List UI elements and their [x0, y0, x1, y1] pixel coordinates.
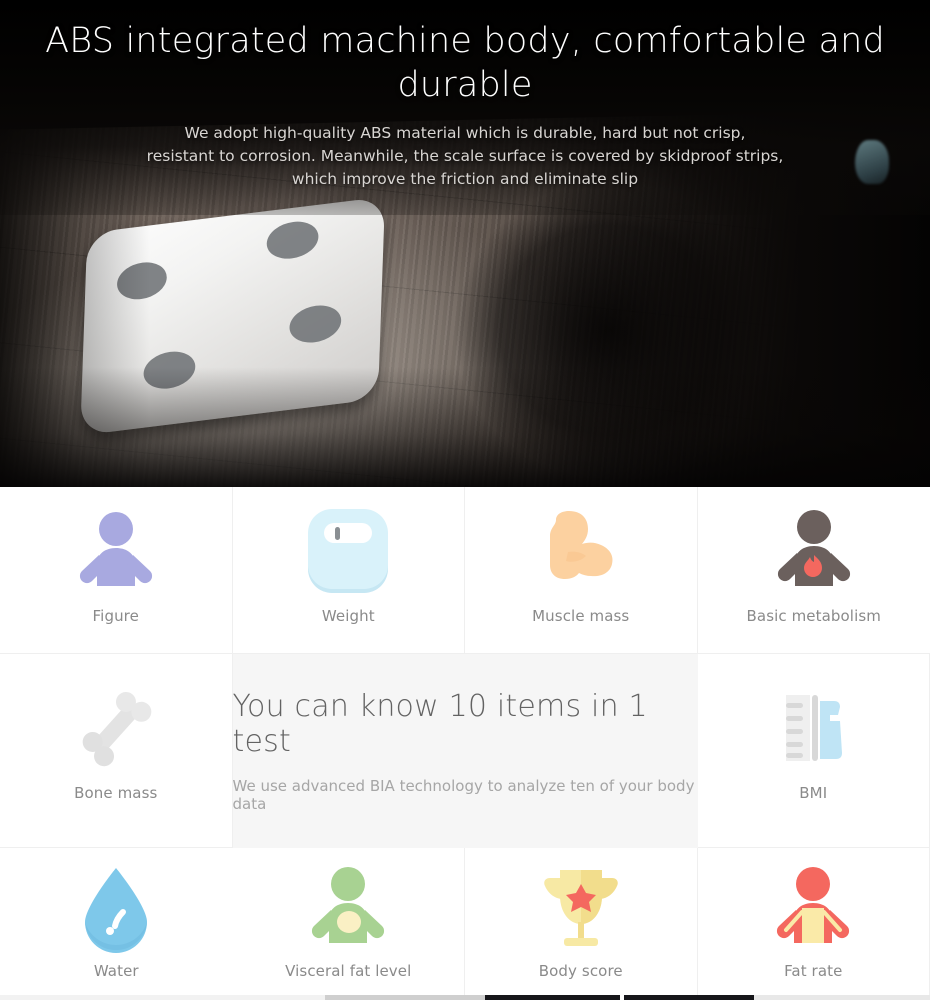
flexed-bicep-icon: [529, 499, 633, 603]
scale-icon: [296, 499, 400, 603]
hero-subtitle-line-3: which improve the friction and eliminate…: [291, 170, 639, 188]
grid-item-bmi[interactable]: BMI: [697, 654, 930, 848]
hero-banner: ABS integrated machine body, comfortable…: [0, 0, 930, 487]
person-figure-icon: [64, 499, 168, 603]
next-section-strip: [0, 995, 930, 1000]
strip-segment: [485, 995, 620, 1000]
trophy-star-icon: [529, 856, 633, 960]
grid-item-fat-rate[interactable]: Fat rate: [697, 848, 930, 1000]
grid-item-weight[interactable]: Weight: [232, 487, 465, 654]
person-flame-icon: [762, 499, 866, 603]
grid-item-visceral-fat-level[interactable]: Visceral fat level: [232, 848, 465, 1000]
grid-item-muscle-mass[interactable]: Muscle mass: [465, 487, 698, 654]
hero-subtitle: We adopt high-quality ABS material which…: [105, 122, 825, 191]
grid-item-label: Bone mass: [74, 784, 158, 802]
vignette-bottom: [0, 367, 930, 487]
grid-item-basic-metabolism[interactable]: Basic metabolism: [697, 487, 930, 654]
grid-item-water[interactable]: Water: [0, 848, 233, 1000]
grid-item-label: Fat rate: [784, 962, 843, 980]
person-belly-icon: [296, 856, 400, 960]
hero-title: ABS integrated machine body, comfortable…: [45, 21, 885, 105]
product-detail-page: ABS integrated machine body, comfortable…: [0, 0, 930, 1000]
grid-item-label: Figure: [92, 607, 139, 625]
strip-segment: [325, 995, 485, 1000]
promo-panel: You can know 10 items in 1 test We use a…: [232, 654, 698, 848]
hero-subtitle-line-1: We adopt high-quality ABS material which…: [184, 124, 746, 142]
grid-item-label: Visceral fat level: [285, 962, 412, 980]
grid-item-label: BMI: [799, 784, 828, 802]
strip-segment: [754, 995, 930, 1000]
grid-item-figure[interactable]: Figure: [0, 487, 233, 654]
grid-item-label: Water: [93, 962, 139, 980]
promo-title: You can know 10 items in 1 test: [232, 689, 648, 759]
hero-subtitle-line-2: resistant to corrosion. Meanwhile, the s…: [146, 147, 784, 165]
grid-item-label: Muscle mass: [532, 607, 630, 625]
grid-item-label: Body score: [538, 962, 623, 980]
electrode-pad: [266, 218, 320, 262]
grid-item-label: Weight: [321, 607, 375, 625]
water-drop-icon: [64, 856, 168, 960]
electrode-pad: [288, 302, 342, 346]
grid-item-label: Basic metabolism: [746, 607, 881, 625]
measurement-items-grid: Figure Weight Muscle mass Basic metaboli…: [0, 487, 930, 1000]
promo-subtitle: We use advanced BIA technology to analyz…: [232, 777, 695, 813]
strip-segment: [624, 995, 754, 1000]
person-fat-rate-icon: [761, 856, 865, 960]
grid-item-bone-mass[interactable]: Bone mass: [0, 654, 233, 848]
ruler-body-icon: [761, 676, 865, 780]
grid-item-body-score[interactable]: Body score: [465, 848, 698, 1000]
bone-icon: [64, 676, 168, 780]
strip-segment: [0, 995, 325, 1000]
hero-text-block: ABS integrated machine body, comfortable…: [0, 0, 930, 191]
